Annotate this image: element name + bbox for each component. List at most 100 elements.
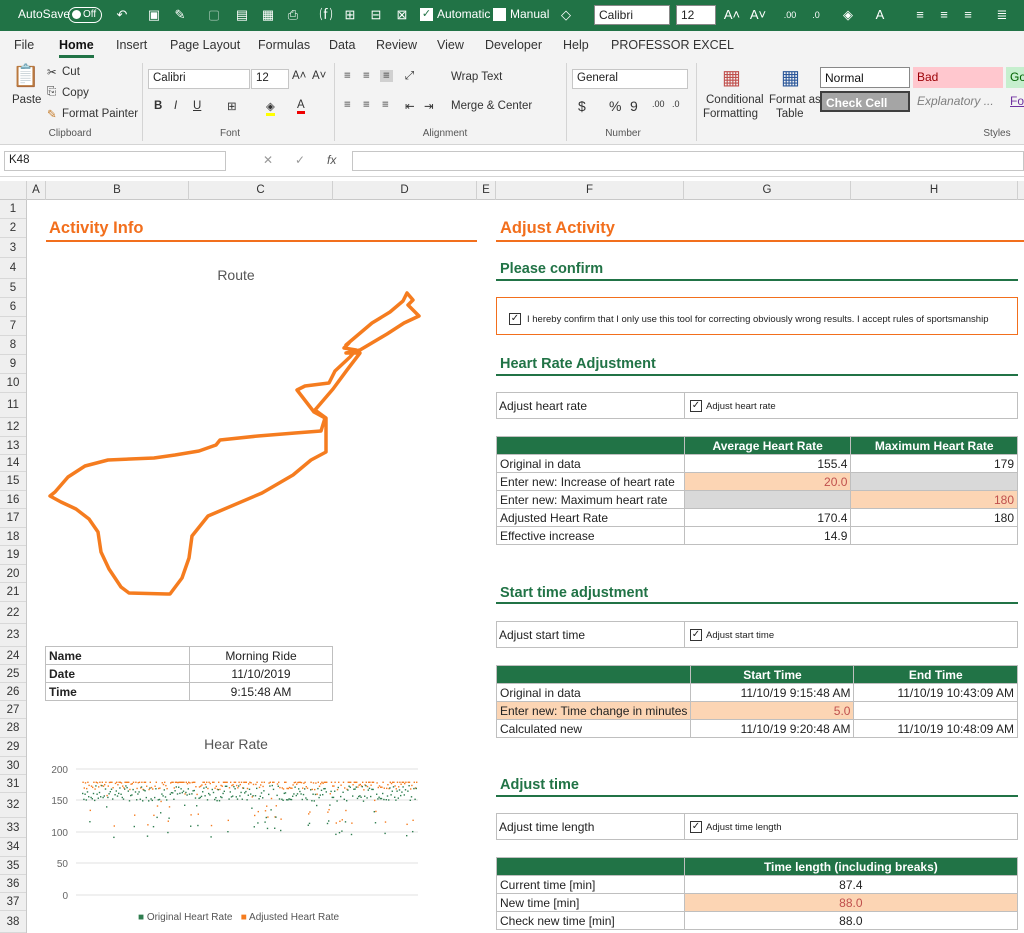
tab-help[interactable]: Help — [563, 38, 589, 52]
center-align-icon[interactable]: ≡ — [363, 99, 370, 111]
row-header-13[interactable]: 13 — [0, 437, 26, 455]
copy-icon[interactable]: ⎘ — [47, 86, 56, 99]
paste-icon[interactable]: 📋 — [12, 63, 39, 89]
conditional-formatting-icon[interactable]: ▦ — [722, 65, 741, 90]
row-header-34[interactable]: 34 — [0, 838, 26, 857]
style-good[interactable]: Go — [1006, 67, 1024, 88]
increase-decimal-icon[interactable]: .00 — [780, 5, 800, 25]
row-header-5[interactable]: 5 — [0, 279, 26, 298]
row-header-35[interactable]: 35 — [0, 857, 26, 875]
format-as-label[interactable]: Format as — [769, 94, 821, 106]
autosave-toggle[interactable]: Off — [68, 7, 102, 23]
orientation-icon[interactable]: ⤢ — [405, 70, 414, 83]
row-header-32[interactable]: 32 — [0, 793, 26, 818]
hr-original-average[interactable]: 155.4 — [683, 454, 852, 473]
row-header-15[interactable]: 15 — [0, 472, 26, 491]
undo-icon[interactable]: ↶ — [112, 5, 132, 25]
column-header-d[interactable]: D — [333, 181, 477, 200]
cut-icon[interactable]: ✂ — [47, 65, 57, 79]
name-box[interactable]: K48 — [4, 151, 226, 171]
number-format-select[interactable]: General — [572, 69, 688, 89]
column-header-f[interactable]: F — [496, 181, 684, 200]
st-change-blank[interactable] — [853, 701, 1018, 720]
row-header-11[interactable]: 11 — [0, 393, 26, 418]
conditional-label[interactable]: Conditional — [706, 94, 764, 106]
row-header-10[interactable]: 10 — [0, 374, 26, 393]
hr-effective-increase[interactable]: 14.9 — [683, 526, 852, 545]
print-icon[interactable]: ⎙ — [283, 5, 303, 25]
row-header-8[interactable]: 8 — [0, 336, 26, 355]
format-table-icon[interactable]: ▦ — [781, 65, 800, 90]
font-name-select[interactable]: Calibri — [148, 69, 250, 89]
row-header-14[interactable]: 14 — [0, 455, 26, 472]
right-align-icon[interactable]: ≡ — [382, 99, 389, 111]
adjust-start-time-checkbox[interactable]: ✓ — [690, 629, 702, 641]
insert-function-icon[interactable]: fx — [327, 153, 336, 167]
row-header-38[interactable]: 38 — [0, 911, 26, 933]
row-header-37[interactable]: 37 — [0, 893, 26, 911]
row-header-33[interactable]: 33 — [0, 818, 26, 838]
hr-original-maximum[interactable]: 179 — [850, 454, 1018, 473]
highlight-icon[interactable]: ◈ — [266, 99, 275, 116]
tab-data[interactable]: Data — [329, 38, 355, 52]
tab-file[interactable]: File — [14, 38, 34, 52]
tl-current-value[interactable]: 87.4 — [683, 875, 1019, 894]
cut-button[interactable]: Cut — [62, 66, 80, 78]
clear-icon[interactable]: ⊠ — [392, 5, 412, 25]
tab-view[interactable]: View — [437, 38, 464, 52]
st-calculated-start[interactable]: 11/10/19 9:20:48 AM — [690, 719, 855, 738]
align-top-ribbon-icon[interactable]: ≡ — [344, 70, 351, 82]
left-align-icon[interactable]: ≡ — [344, 99, 351, 111]
row-header-4[interactable]: 4 — [0, 258, 26, 279]
column-header-c[interactable]: C — [189, 181, 333, 200]
row-header-6[interactable]: 6 — [0, 298, 26, 317]
paste-button[interactable]: Paste — [12, 94, 41, 106]
row-header-3[interactable]: 3 — [0, 238, 26, 258]
formatting-label[interactable]: Formatting — [703, 108, 758, 120]
tab-formulas[interactable]: Formulas — [258, 38, 310, 52]
row-header-21[interactable]: 21 — [0, 583, 26, 602]
wrap-text-button[interactable]: Wrap Text — [451, 71, 502, 83]
align-bottom-icon[interactable]: ≡ — [380, 70, 393, 82]
eraser-icon[interactable]: ◇ — [556, 5, 576, 25]
row-header-25[interactable]: 25 — [0, 665, 26, 683]
column-header-b[interactable]: B — [46, 181, 189, 200]
row-header-36[interactable]: 36 — [0, 875, 26, 893]
tab-developer[interactable]: Developer — [485, 38, 542, 52]
align-center-icon[interactable]: ≡ — [934, 5, 954, 25]
row-header-16[interactable]: 16 — [0, 491, 26, 509]
grid-icon[interactable]: ⊞ — [340, 5, 360, 25]
tab-insert[interactable]: Insert — [116, 38, 147, 52]
align-middle-icon[interactable]: ≡ — [363, 70, 370, 82]
hr-increase-input[interactable]: 20.0 — [683, 472, 852, 491]
row-header-26[interactable]: 26 — [0, 683, 26, 701]
row-header-31[interactable]: 31 — [0, 775, 26, 793]
row-header-2[interactable]: 2 — [0, 219, 26, 238]
font-color-ribbon-icon[interactable]: A — [297, 99, 305, 114]
grid-alt-icon[interactable]: ⊟ — [366, 5, 386, 25]
style-check-cell[interactable]: Check Cell — [820, 91, 910, 112]
tab-review[interactable]: Review — [376, 38, 417, 52]
file-icon[interactable]: ▢ — [204, 5, 224, 25]
style-followed[interactable]: Fo — [1006, 91, 1024, 112]
automatic-checkbox[interactable]: ✓ — [420, 8, 433, 21]
style-bad[interactable]: Bad — [913, 67, 1003, 88]
percent-icon[interactable]: % — [609, 98, 621, 114]
inc-decimal-icon[interactable]: .00 — [652, 99, 665, 109]
hr-max-input[interactable]: 180 — [850, 490, 1018, 509]
fill-color-icon[interactable]: ◈ — [838, 5, 858, 25]
qat-font-select[interactable]: Calibri — [594, 5, 670, 25]
manual-checkbox[interactable] — [493, 8, 506, 21]
row-header-30[interactable]: 30 — [0, 757, 26, 775]
increase-indent-icon[interactable]: ⇥ — [424, 99, 434, 113]
column-header-e[interactable]: E — [477, 181, 496, 200]
hr-effective-blank[interactable] — [850, 526, 1018, 545]
doc-icon[interactable]: ▦ — [258, 5, 278, 25]
st-calculated-end[interactable]: 11/10/19 10:48:09 AM — [853, 719, 1018, 738]
shrink-font-ribbon-icon[interactable]: A˅ — [312, 70, 326, 82]
row-header-28[interactable]: 28 — [0, 719, 26, 738]
row-header-17[interactable]: 17 — [0, 509, 26, 528]
decrease-decimal-icon[interactable]: .0 — [806, 5, 826, 25]
style-explanatory[interactable]: Explanatory ... — [913, 91, 1003, 112]
grow-font-icon[interactable]: A˄ — [722, 5, 742, 25]
